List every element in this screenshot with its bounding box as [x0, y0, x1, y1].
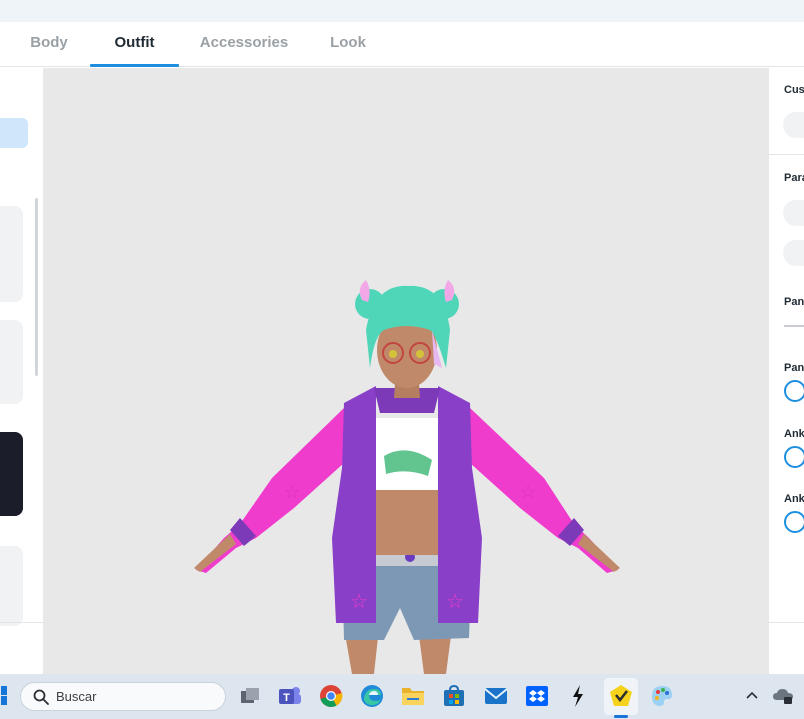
dropbox-icon[interactable]: [524, 683, 550, 709]
customize-button[interactable]: [783, 112, 804, 138]
item-thumbnail[interactable]: [0, 320, 23, 404]
svg-text:☆: ☆: [284, 482, 300, 502]
lightning-app-icon[interactable]: [565, 683, 591, 709]
section-label: Para: [784, 172, 804, 184]
section-label: Ank: [784, 493, 804, 505]
chevron-up-icon[interactable]: [744, 687, 760, 703]
app-window: Body Outfit Accessories Look ☆ ☆ ☆ ☆ Cus…: [0, 0, 804, 719]
section-label: Cus: [784, 84, 804, 96]
file-explorer-icon[interactable]: [400, 683, 426, 709]
teams-icon[interactable]: T: [277, 683, 303, 709]
list-scrollbar[interactable]: [35, 198, 38, 376]
microsoft-store-icon[interactable]: [441, 683, 467, 709]
item-thumbnail-selected[interactable]: [0, 432, 23, 516]
active-tab-indicator: [90, 64, 179, 67]
tab-body[interactable]: Body: [22, 22, 76, 67]
svg-text:☆: ☆: [520, 482, 536, 502]
svg-text:☆: ☆: [446, 591, 464, 613]
svg-text:☆: ☆: [350, 591, 368, 613]
title-bar: [0, 0, 804, 22]
paint-icon[interactable]: [649, 683, 675, 709]
onedrive-cloud-icon[interactable]: [772, 686, 794, 706]
active-app-indicator: [614, 715, 628, 718]
parameter-field[interactable]: [783, 240, 804, 266]
properties-panel: Cus Para Pan Pan Ank Ank: [768, 68, 804, 674]
section-label: Ank: [784, 428, 804, 440]
tab-look[interactable]: Look: [320, 22, 376, 67]
option-radio[interactable]: [784, 511, 804, 533]
svg-text:T: T: [283, 692, 290, 704]
task-view-icon[interactable]: [237, 683, 263, 709]
section-label: Pan: [784, 296, 804, 308]
item-list-panel: [0, 68, 44, 674]
mail-icon[interactable]: [483, 683, 509, 709]
model-viewport[interactable]: ☆ ☆ ☆ ☆: [44, 68, 768, 674]
item-thumbnail[interactable]: [0, 206, 23, 302]
vroid-app-icon[interactable]: [608, 683, 634, 709]
option-radio[interactable]: [784, 380, 804, 402]
parameter-field[interactable]: [783, 200, 804, 226]
divider: [0, 622, 43, 623]
search-placeholder: Buscar: [56, 689, 97, 704]
item-thumbnail[interactable]: [0, 546, 23, 626]
category-tabs: Body Outfit Accessories Look: [0, 22, 804, 67]
taskbar-search-input[interactable]: Buscar: [20, 682, 226, 711]
search-icon: [33, 689, 49, 705]
selected-filter-pill[interactable]: [0, 118, 28, 148]
tab-outfit[interactable]: Outfit: [90, 22, 179, 67]
edge-icon[interactable]: [359, 683, 385, 709]
slider-track[interactable]: [784, 325, 804, 327]
chrome-icon[interactable]: [318, 683, 344, 709]
section-label: Pan: [784, 362, 804, 374]
windows-start-icon[interactable]: [0, 686, 8, 706]
avatar-model: ☆ ☆ ☆ ☆: [194, 280, 620, 674]
divider: [769, 622, 804, 623]
divider: [769, 154, 804, 155]
taskbar: Buscar T: [0, 674, 804, 719]
tab-accessories[interactable]: Accessories: [192, 22, 296, 67]
option-radio[interactable]: [784, 446, 804, 468]
